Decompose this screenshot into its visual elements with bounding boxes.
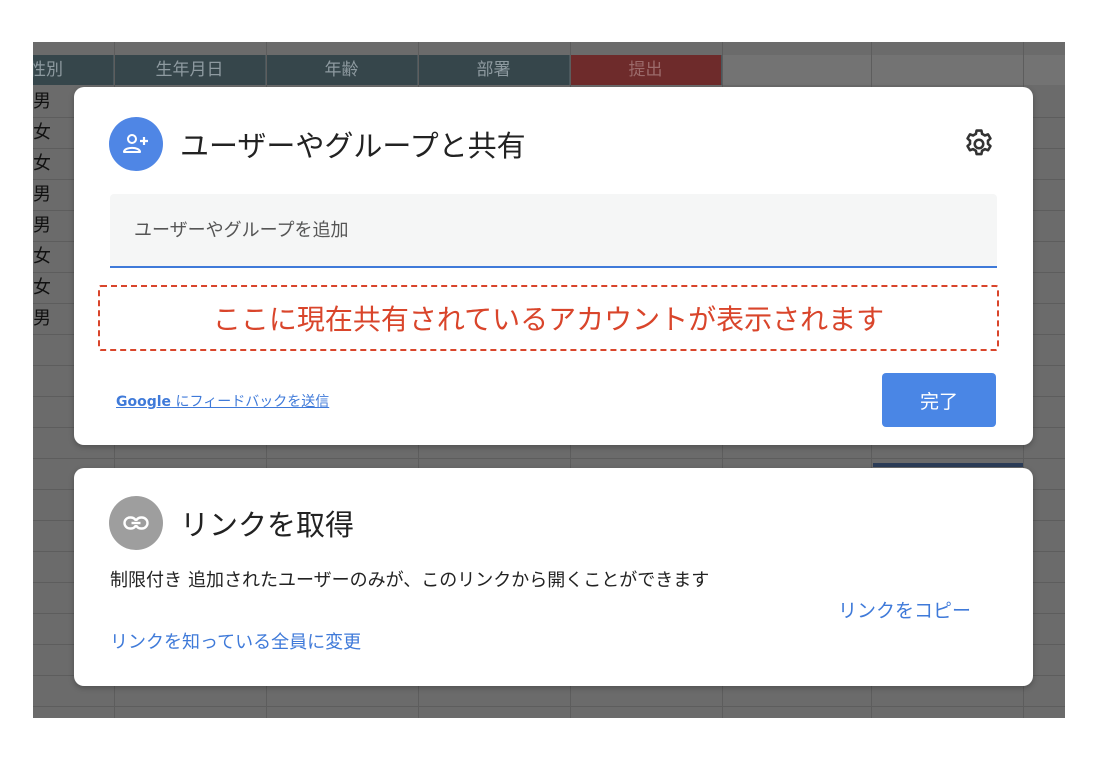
get-link-dialog: リンクを取得 制限付き 追加されたユーザーのみが、このリンクから開くことができます…	[74, 468, 1033, 686]
change-link-access-link[interactable]: リンクを知っている全員に変更	[110, 628, 361, 654]
link-restriction-text: 制限付き 追加されたユーザーのみが、このリンクから開くことができます	[110, 568, 810, 594]
feedback-text: にフィードバックを送信	[171, 394, 330, 410]
header-empty	[722, 55, 1065, 85]
gender-cell[interactable]: 男	[33, 179, 61, 210]
gender-cell[interactable]: 男	[33, 86, 61, 117]
gender-cell[interactable]: 男	[33, 210, 61, 241]
selected-cell-indicator	[873, 463, 1023, 467]
header-department[interactable]: 部署	[418, 55, 570, 85]
spreadsheet-header-row: 性別 生年月日 年齢 部署 提出	[33, 55, 1065, 85]
grid-line	[33, 706, 1065, 707]
done-button[interactable]: 完了	[882, 373, 996, 427]
send-feedback-link[interactable]: Google にフィードバックを送信	[116, 391, 329, 411]
current-accounts-annotation: ここに現在共有されているアカウントが表示されます	[98, 285, 999, 351]
share-dialog-title: ユーザーやグループと共有	[180, 129, 526, 163]
gender-cell[interactable]: 女	[33, 272, 61, 303]
gender-cell[interactable]: 女	[33, 241, 61, 272]
header-birthdate[interactable]: 生年月日	[114, 55, 266, 85]
person-add-icon	[109, 117, 163, 171]
gender-cell[interactable]: 女	[33, 148, 61, 179]
feedback-google-label: Google	[116, 394, 172, 410]
restriction-label: 制限付き	[110, 570, 182, 591]
get-link-title: リンクを取得	[180, 508, 355, 542]
add-people-field	[110, 194, 997, 268]
header-submission[interactable]: 提出	[570, 55, 722, 85]
share-dialog: ユーザーやグループと共有 ここに現在共有されているアカウントが表示されます Go…	[74, 87, 1033, 445]
header-age[interactable]: 年齢	[266, 55, 418, 85]
grid-line	[33, 458, 1065, 459]
gear-icon[interactable]	[962, 127, 996, 161]
gender-cell[interactable]: 女	[33, 117, 61, 148]
add-people-input[interactable]	[110, 194, 997, 266]
link-icon	[109, 496, 163, 550]
header-gender[interactable]: 性別	[33, 55, 114, 85]
restriction-description: 追加されたユーザーのみが、このリンクから開くことができます	[188, 570, 710, 591]
gender-cell[interactable]: 男	[33, 303, 61, 334]
copy-link-button[interactable]: リンクをコピー	[838, 596, 971, 623]
